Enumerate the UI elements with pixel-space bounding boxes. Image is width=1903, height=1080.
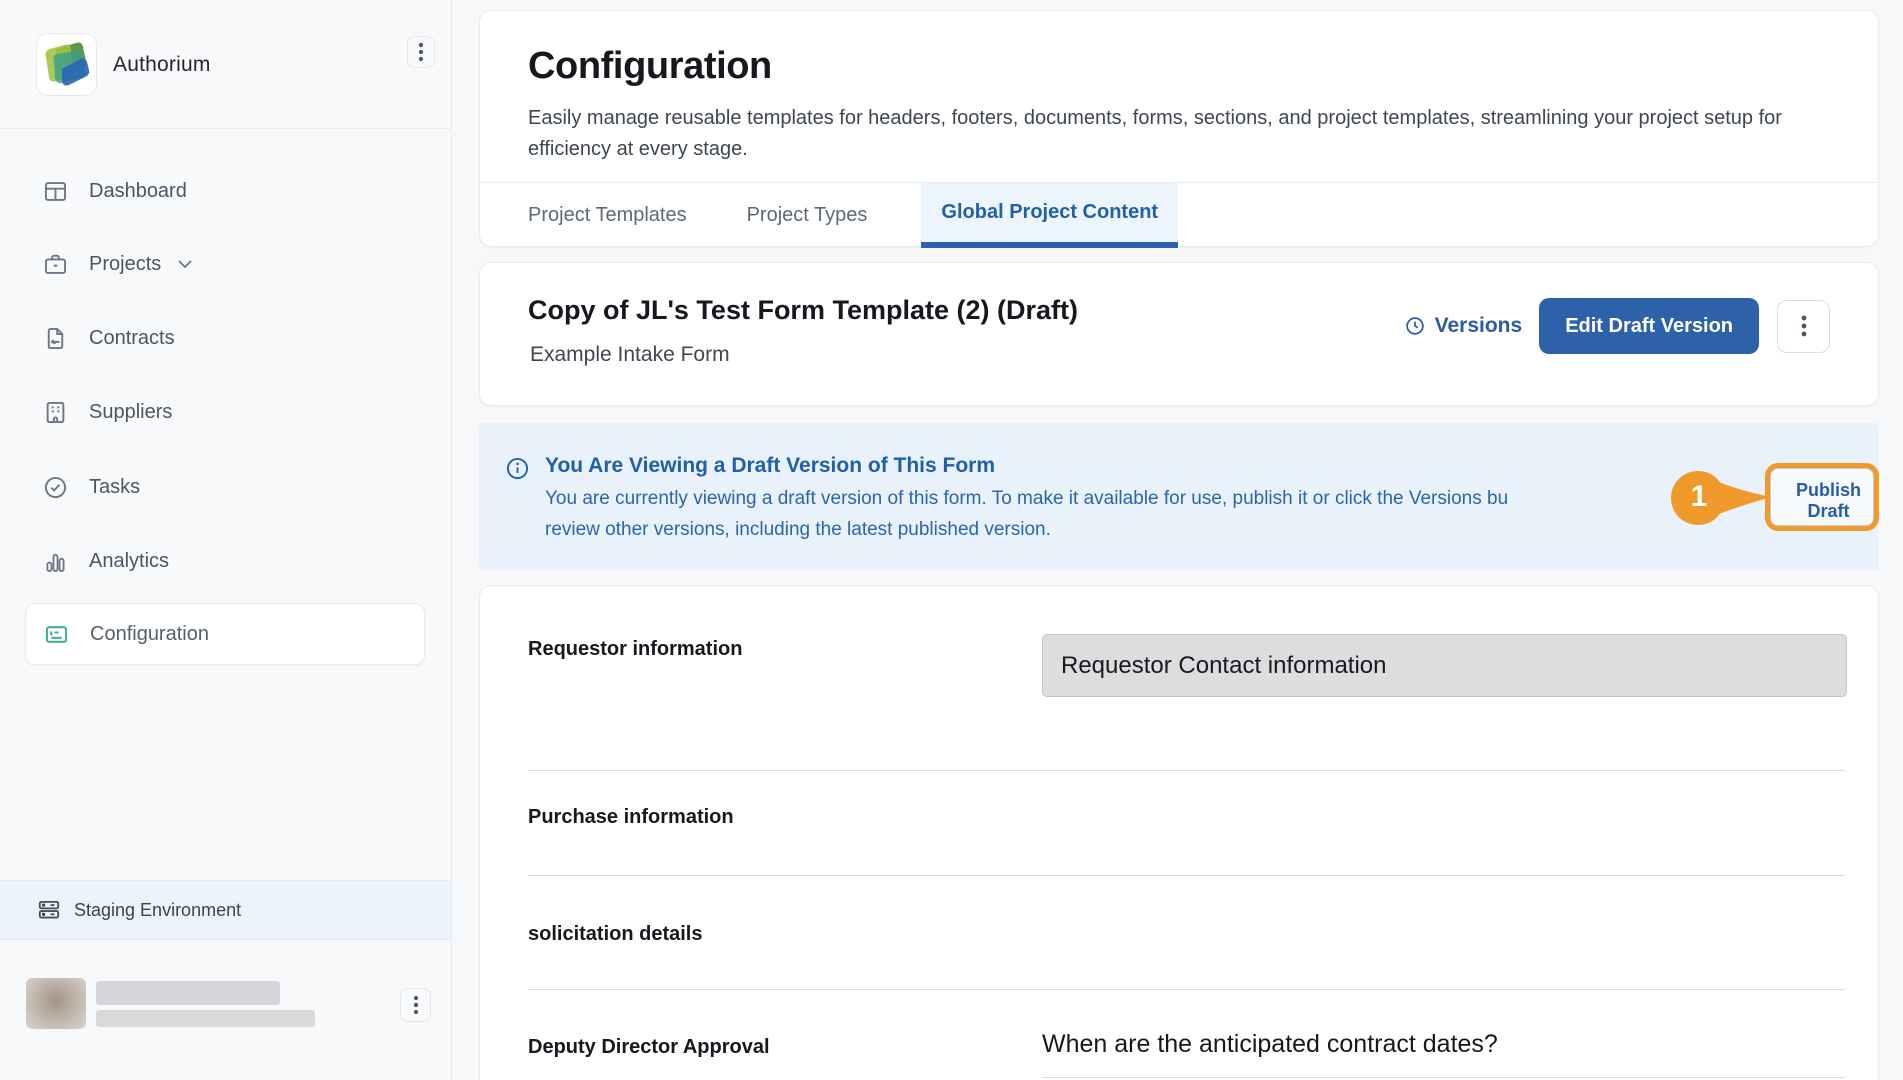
edit-draft-version-button[interactable]: Edit Draft Version [1539, 298, 1759, 354]
sidebar-item-contracts[interactable]: Contracts [0, 316, 452, 360]
user-email-redacted [96, 1010, 315, 1027]
bar-chart-icon [42, 548, 69, 575]
user-name-redacted [96, 981, 280, 1005]
form-config-icon [43, 621, 70, 648]
info-icon [505, 456, 530, 481]
sidebar-kebab-button[interactable] [407, 36, 435, 68]
template-kebab-button[interactable] [1777, 300, 1830, 353]
briefcase-icon [42, 251, 69, 278]
sidebar-item-tasks[interactable]: Tasks [0, 465, 452, 509]
sidebar-item-analytics[interactable]: Analytics [0, 539, 452, 583]
server-stack-icon [36, 897, 62, 923]
brand-name: Authorium [113, 53, 211, 77]
section-divider [528, 875, 1845, 876]
sidebar: Authorium Dashboard Projects Contracts [0, 0, 452, 1080]
configuration-header-card: Configuration Easily manage reusable tem… [479, 10, 1879, 247]
tab-global-project-content[interactable]: Global Project Content [921, 183, 1178, 248]
draft-version-banner: You Are Viewing a Draft Version of This … [479, 423, 1879, 570]
kebab-icon [1801, 314, 1807, 338]
sidebar-item-label: Configuration [90, 623, 209, 646]
task-check-icon [42, 474, 69, 501]
requestor-contact-field[interactable]: Requestor Contact information [1042, 634, 1847, 697]
tab-bar: Project Templates Project Types Global P… [522, 183, 1178, 248]
section-label-purchase-information: Purchase information [528, 806, 734, 829]
form-preview-card: Requestor information Requestor Contact … [479, 585, 1879, 1080]
template-title: Copy of JL's Test Form Template (2) (Dra… [528, 295, 1078, 326]
tab-project-types[interactable]: Project Types [741, 183, 874, 248]
sidebar-divider [0, 128, 452, 129]
publish-draft-label-line1: Publish [1784, 480, 1873, 501]
sidebar-item-label: Analytics [89, 550, 169, 573]
section-divider [528, 989, 1845, 990]
annotation-balloon: 1 [1668, 467, 1780, 529]
sidebar-item-label: Projects [89, 253, 161, 276]
clock-icon [1405, 316, 1425, 336]
banner-body-line2: review other versions, including the lat… [545, 519, 1051, 541]
template-actions: Versions Edit Draft Version [1405, 298, 1830, 354]
page-title: Configuration [528, 45, 772, 88]
app-logo [36, 33, 97, 96]
template-subtitle: Example Intake Form [530, 343, 730, 367]
sidebar-item-label: Dashboard [89, 180, 187, 203]
page-description: Easily manage reusable templates for hea… [528, 103, 1848, 165]
authorium-logo-icon [42, 39, 91, 90]
sidebar-item-label: Contracts [89, 327, 175, 350]
section-label-solicitation-details: solicitation details [528, 923, 702, 946]
user-avatar [26, 978, 86, 1029]
form-question-contract-dates: When are the anticipated contract dates? [1042, 1030, 1498, 1059]
environment-banner: Staging Environment [0, 880, 451, 940]
banner-body-line1: You are currently viewing a draft versio… [545, 488, 1508, 510]
contract-document-icon [42, 325, 69, 352]
section-label-requestor-information: Requestor information [528, 638, 742, 661]
form-template-card: Copy of JL's Test Form Template (2) (Dra… [479, 262, 1879, 406]
banner-heading: You Are Viewing a Draft Version of This … [545, 454, 995, 478]
kebab-icon [413, 995, 419, 1015]
sidebar-item-label: Suppliers [89, 401, 172, 424]
tab-project-templates[interactable]: Project Templates [522, 183, 693, 248]
building-icon [42, 399, 69, 426]
sidebar-item-configuration[interactable]: Configuration [25, 603, 425, 665]
sidebar-item-dashboard[interactable]: Dashboard [0, 169, 452, 213]
sidebar-item-suppliers[interactable]: Suppliers [0, 390, 452, 434]
question-divider [1042, 1077, 1845, 1078]
chevron-down-icon [177, 259, 193, 269]
requestor-contact-field-value: Requestor Contact information [1061, 652, 1387, 680]
versions-label: Versions [1435, 314, 1523, 338]
versions-link[interactable]: Versions [1405, 314, 1523, 338]
publish-draft-button[interactable]: Publish Draft [1770, 468, 1874, 526]
dashboard-icon [42, 178, 69, 205]
section-divider [528, 770, 1845, 771]
sidebar-item-label: Tasks [89, 476, 140, 499]
section-label-deputy-director-approval: Deputy Director Approval [528, 1036, 770, 1059]
annotation-number: 1 [1682, 480, 1716, 514]
sidebar-item-projects[interactable]: Projects [0, 242, 452, 286]
environment-label: Staging Environment [74, 900, 241, 921]
kebab-icon [418, 42, 424, 62]
publish-draft-label-line2: Draft [1784, 501, 1873, 522]
user-kebab-button[interactable] [400, 988, 431, 1022]
